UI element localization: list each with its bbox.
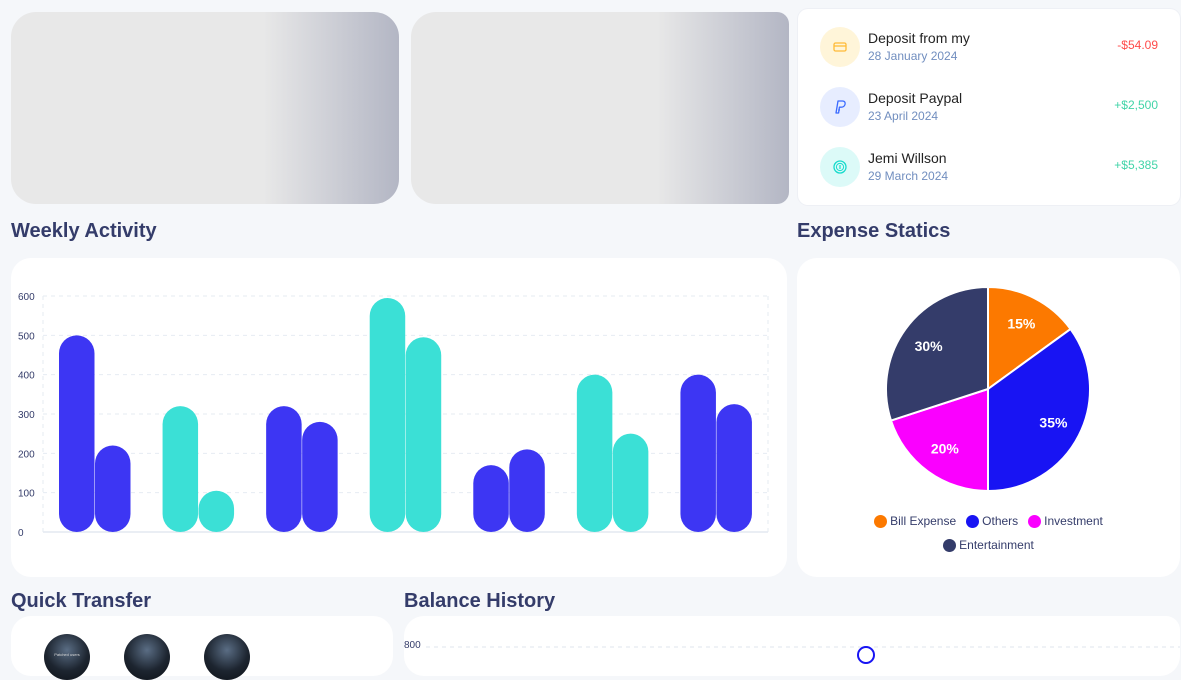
legend-label: Others (982, 514, 1019, 528)
quick-transfer-panel: Patched users (11, 616, 393, 680)
avatar[interactable] (124, 634, 170, 680)
chart-point (857, 646, 875, 664)
legend-item: Entertainment (943, 538, 1034, 552)
pie-slice-label: 30% (915, 338, 944, 354)
y-tick-label: 0 (18, 528, 24, 539)
avatar-caption: Patched users (54, 652, 80, 657)
legend-label: Entertainment (959, 538, 1034, 552)
transaction-item[interactable]: Jemi Willson 29 March 2024 +$5,385 (820, 147, 1158, 187)
activity-bar[interactable] (473, 465, 509, 532)
quick-transfer-title: Quick Transfer (11, 590, 152, 612)
transaction-title: Jemi Willson (868, 150, 947, 166)
legend-item: Bill Expense (874, 514, 956, 528)
transaction-item[interactable]: Deposit from my 28 January 2024 -$54.09 (820, 27, 1158, 67)
activity-bar[interactable] (576, 374, 613, 532)
pie-slice-label: 35% (1039, 414, 1068, 430)
y-tick-label: 600 (18, 292, 35, 303)
pie-slice-label: 15% (1007, 316, 1036, 332)
balance-history-chart (426, 646, 1180, 664)
activity-bar[interactable] (369, 297, 406, 532)
activity-bar[interactable] (302, 421, 338, 532)
avatar[interactable]: Patched users (44, 634, 90, 680)
transaction-date: 28 January 2024 (868, 49, 958, 63)
y-tick-label: 500 (18, 331, 35, 342)
weekly-activity-chart: 0 100 200 300 400 500 600 (18, 292, 769, 539)
weekly-activity-panel: 0 100 200 300 400 500 600 (11, 258, 787, 577)
legend-item: Investment (1028, 514, 1103, 528)
transaction-amount: +$2,500 (1114, 98, 1158, 112)
activity-bar[interactable] (405, 337, 442, 532)
activity-bar[interactable] (612, 433, 649, 532)
y-tick-label: 400 (18, 371, 35, 382)
expense-statics-title: Expense Statics (797, 220, 951, 242)
weekly-activity-title: Weekly Activity (11, 220, 157, 242)
expense-statics-panel: 15% 35% 20% 30% Bill Expense Others Investm… (797, 258, 1180, 577)
paypal-icon (820, 87, 860, 127)
coin-icon (820, 147, 860, 187)
avatar[interactable] (204, 634, 250, 680)
pie-legend: Bill Expense Others Investment (797, 514, 1180, 528)
activity-bar[interactable] (162, 406, 199, 532)
balance-history-title: Balance History (404, 590, 556, 612)
legend-dot (966, 514, 980, 528)
activity-bar[interactable] (509, 449, 545, 532)
y-tick-label: 300 (18, 410, 35, 421)
activity-bar[interactable] (680, 374, 716, 532)
y-tick-label: 100 (18, 489, 35, 500)
recent-transactions-panel: Deposit from my 28 January 2024 -$54.09 … (798, 9, 1180, 205)
balance-history-panel: 800 (404, 616, 1180, 676)
legend-dot (1028, 514, 1042, 528)
activity-bar[interactable] (716, 404, 752, 532)
transaction-title: Deposit from my (868, 30, 970, 46)
expense-pie-chart: 15% 35% 20% 30% (885, 285, 1091, 493)
card-icon (820, 27, 860, 67)
y-tick-label: 200 (18, 449, 35, 460)
transaction-amount: -$54.09 (1117, 38, 1158, 52)
legend-dot (874, 514, 888, 528)
activity-bar[interactable] (198, 490, 235, 532)
transaction-date: 23 April 2024 (868, 109, 939, 123)
transaction-title: Deposit Paypal (868, 90, 963, 106)
transaction-date: 29 March 2024 (868, 169, 949, 183)
credit-card-placeholder (411, 12, 789, 204)
pie-legend-row-2: Entertainment (797, 538, 1180, 552)
transaction-item[interactable]: Deposit Paypal 23 April 2024 +$2,500 (820, 87, 1158, 127)
activity-bar[interactable] (95, 445, 131, 532)
legend-label: Investment (1044, 514, 1103, 528)
credit-card-placeholder (11, 12, 399, 204)
legend-label: Bill Expense (890, 514, 957, 528)
activity-bar[interactable] (59, 335, 95, 532)
activity-bar[interactable] (266, 406, 302, 532)
legend-item: Others (966, 514, 1018, 528)
transaction-amount: +$5,385 (1114, 158, 1158, 172)
pie-slice-label: 20% (931, 440, 960, 456)
legend-dot (943, 538, 957, 552)
